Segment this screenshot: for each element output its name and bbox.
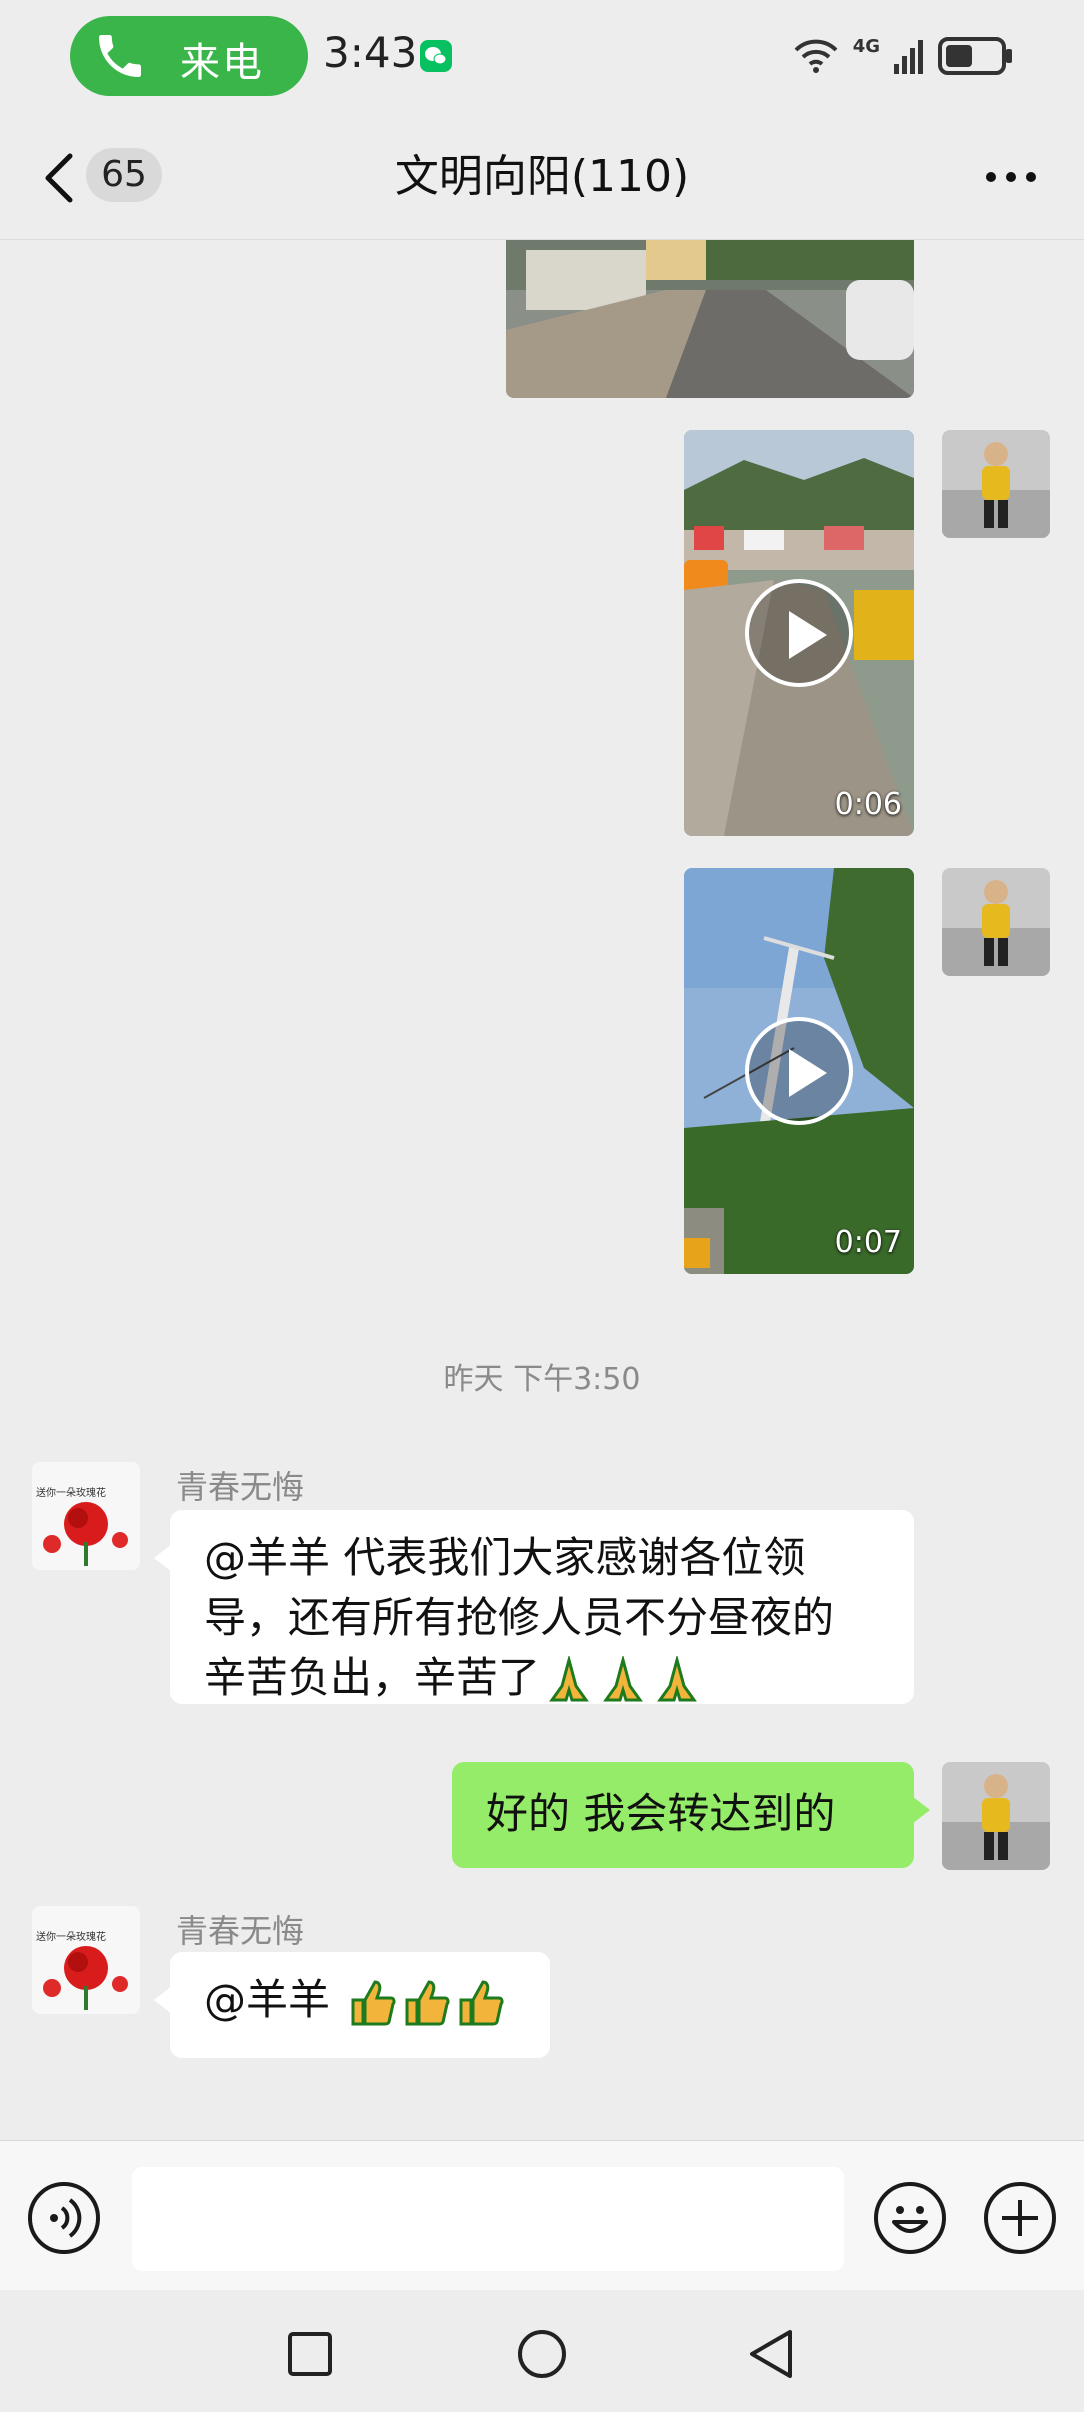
video-duration: 0:07 — [834, 1225, 902, 1260]
message-input[interactable] — [132, 2167, 844, 2271]
thumbs-up-emoji-icon — [459, 1979, 504, 2025]
phone-icon — [99, 35, 141, 77]
my-avatar[interactable] — [942, 868, 1050, 976]
emoji-button[interactable] — [874, 2182, 946, 2254]
sender-name: 青春无悔 — [176, 1912, 305, 1950]
child-avatar-image — [942, 430, 1050, 538]
message-list[interactable]: 0:06 0:07 昨天 下午3:50 送你一朵玫瑰花 青春无悔 @羊羊 代表我… — [0, 240, 1084, 2140]
rose-avatar-image — [32, 1906, 140, 2014]
sender-name: 青春无悔 — [176, 1468, 305, 1506]
message-timestamp: 昨天 下午3:50 — [443, 1362, 641, 1397]
battery-icon — [938, 37, 1012, 75]
voice-input-button[interactable] — [28, 2182, 100, 2254]
avatar-caption: 送你一朵玫瑰花 — [36, 1932, 106, 1943]
network-type: 4G — [852, 35, 880, 57]
play-button-icon[interactable] — [745, 1017, 853, 1125]
more-functions-button[interactable] — [984, 2182, 1056, 2254]
pray-emoji-icon — [549, 1655, 589, 1701]
wifi-icon — [794, 39, 838, 73]
image-message[interactable] — [506, 240, 914, 398]
rose-avatar-image — [32, 1462, 140, 1570]
road-photo — [506, 240, 914, 398]
thumbs-up-emoji-icon — [405, 1979, 450, 2025]
signal-icon — [894, 40, 923, 74]
video-message[interactable]: 0:06 — [684, 430, 914, 836]
my-avatar[interactable] — [942, 430, 1050, 538]
clock: 3:43 — [323, 28, 418, 77]
video-message[interactable]: 0:07 — [684, 868, 914, 1274]
system-icons: 4G — [793, 34, 1014, 78]
child-avatar-image — [942, 868, 1050, 976]
call-label: 来电 — [180, 40, 264, 86]
voice-icon — [50, 2198, 82, 2238]
status-bar: 来电 3:43 4G — [0, 0, 1084, 112]
incoming-call-pill[interactable]: 来电 — [70, 16, 308, 96]
pray-emoji-icon — [603, 1655, 643, 1701]
smiley-icon — [892, 2206, 928, 2233]
message-text: 导，还有所有抢修人员不分昼夜的 — [204, 1593, 835, 1642]
sender-avatar[interactable]: 送你一朵玫瑰花 — [32, 1462, 140, 1570]
chat-title: 文明向阳(110) — [394, 151, 690, 202]
input-bar — [0, 2140, 1084, 2290]
wechat-notification-icon — [420, 40, 452, 72]
play-button-icon[interactable] — [745, 579, 853, 687]
home-icon[interactable] — [516, 2328, 568, 2380]
more-options-icon[interactable] — [984, 170, 1038, 184]
thumbs-up-emoji-icon — [351, 1979, 396, 2025]
video-duration: 0:06 — [834, 787, 902, 822]
message-bubble[interactable]: @羊羊 — [154, 1952, 550, 2058]
recent-apps-icon[interactable] — [286, 2330, 334, 2378]
avatar-caption: 送你一朵玫瑰花 — [36, 1488, 106, 1499]
pray-emoji-icon — [657, 1655, 697, 1701]
message-text: 辛苦负出，辛苦了 — [204, 1653, 541, 1702]
message-text: 好的 我会转达到的 — [486, 1789, 836, 1838]
message-bubble[interactable]: @羊羊 代表我们大家感谢各位领 导，还有所有抢修人员不分昼夜的 辛苦负出，辛苦了 — [154, 1510, 914, 1704]
message-text: @羊羊 代表我们大家感谢各位领 — [204, 1533, 806, 1582]
child-avatar-image — [942, 1762, 1050, 1870]
my-avatar[interactable] — [942, 1762, 1050, 1870]
message-text: @羊羊 — [204, 1975, 344, 2024]
back-triangle-icon[interactable] — [746, 2328, 796, 2380]
sender-avatar[interactable]: 送你一朵玫瑰花 — [32, 1906, 140, 2014]
system-navigation-bar — [0, 2290, 1084, 2412]
message-bubble[interactable]: 好的 我会转达到的 — [452, 1762, 930, 1868]
plus-icon — [1002, 2200, 1038, 2236]
